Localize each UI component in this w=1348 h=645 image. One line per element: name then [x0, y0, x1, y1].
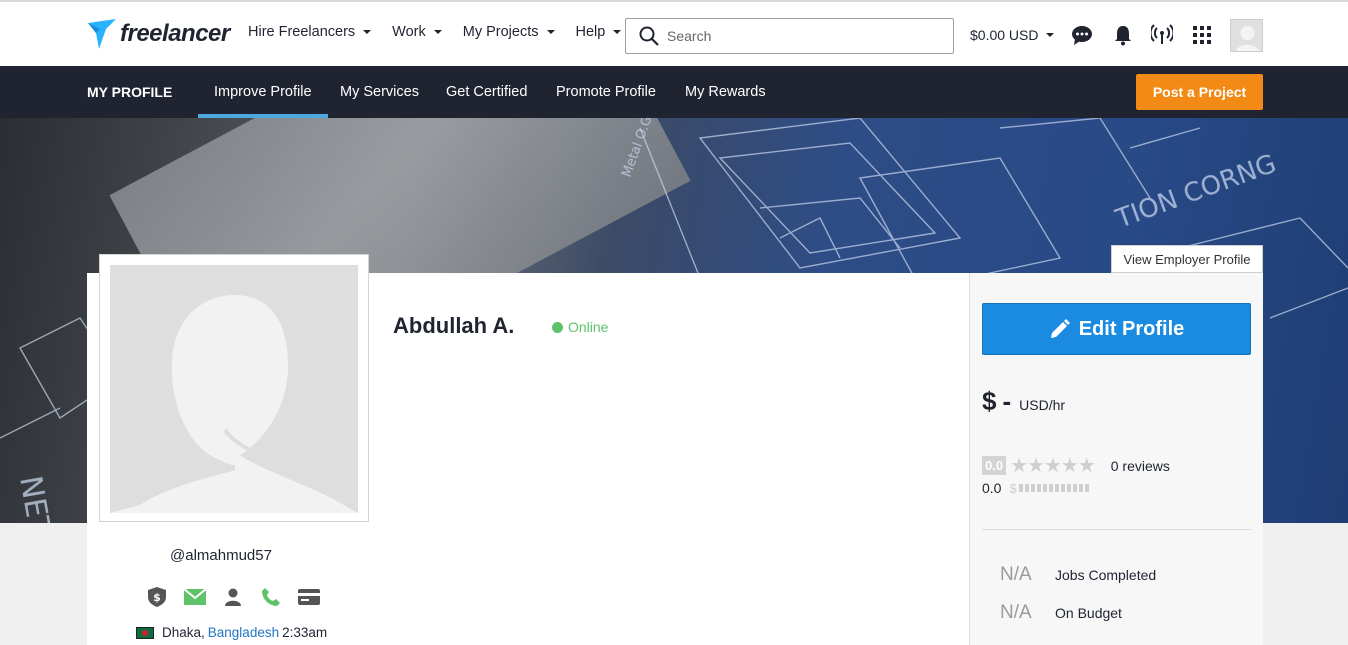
- earnings-score: 0.0 $: [982, 480, 1091, 496]
- menu-label: My Projects: [462, 24, 539, 40]
- apps-grid-icon[interactable]: [1191, 24, 1213, 46]
- messages-icon[interactable]: [1071, 24, 1093, 46]
- blueprint-text: Metal O.G.: [620, 118, 657, 179]
- menu-help[interactable]: Help: [576, 24, 622, 40]
- top-navigation-bar: freelancer Hire Freelancers Work My Proj…: [0, 0, 1348, 66]
- tab-my-rewards[interactable]: My Rewards: [685, 84, 766, 100]
- profile-photo-placeholder: [110, 265, 358, 513]
- menu-hire-freelancers[interactable]: Hire Freelancers: [248, 24, 372, 40]
- rate-currency: $: [982, 386, 997, 416]
- stat-value: N/A: [1000, 602, 1032, 623]
- earnings-value: 0.0: [982, 480, 1002, 496]
- earnings-dollar-icon: $: [1009, 480, 1017, 496]
- reviews-count[interactable]: 0 reviews: [1111, 458, 1170, 474]
- tab-improve-profile[interactable]: Improve Profile: [198, 84, 327, 118]
- online-dot-icon: [552, 321, 563, 333]
- default-avatar-silhouette: [110, 295, 358, 513]
- tab-get-certified[interactable]: Get Certified: [446, 84, 527, 100]
- hourly-rate: $ - USD/hr: [982, 386, 1065, 417]
- broadcast-icon[interactable]: [1151, 24, 1173, 46]
- menu-work[interactable]: Work: [392, 24, 442, 40]
- rating-row: 0.0 ★★★★★ 0 reviews: [982, 453, 1170, 478]
- caret-down-icon: [1046, 33, 1055, 37]
- profile-photo-frame[interactable]: [99, 254, 369, 522]
- caret-down-icon: [433, 30, 442, 34]
- rate-value: -: [1002, 386, 1012, 416]
- stat-on-budget: N/A On Budget: [1000, 602, 1122, 624]
- tab-my-services[interactable]: My Services: [340, 84, 419, 100]
- post-project-button[interactable]: Post a Project: [1136, 74, 1263, 110]
- svg-text:$: $: [153, 591, 161, 604]
- logo-wordmark: freelancer: [120, 20, 230, 47]
- search-box: [625, 18, 954, 54]
- caret-down-icon: [363, 30, 372, 34]
- rating-badge: 0.0: [982, 456, 1007, 475]
- online-status: Online: [552, 319, 608, 335]
- main-menu: Hire Freelancers Work My Projects Help: [248, 24, 642, 40]
- profile-subnav: MY PROFILE Improve Profile My Services G…: [0, 66, 1348, 118]
- tab-promote-profile[interactable]: Promote Profile: [556, 84, 656, 100]
- search-icon: [639, 26, 659, 46]
- phone-verified-icon[interactable]: [260, 586, 282, 608]
- account-balance-dropdown[interactable]: $0.00 USD: [970, 27, 1055, 43]
- menu-label: Help: [575, 24, 606, 40]
- side-divider: [982, 529, 1251, 530]
- stat-label: Jobs Completed: [1055, 567, 1157, 583]
- earnings-bar: [1018, 484, 1091, 492]
- search-input[interactable]: [667, 28, 927, 44]
- edit-profile-button[interactable]: Edit Profile: [982, 303, 1251, 355]
- view-employer-profile-button[interactable]: View Employer Profile: [1111, 245, 1263, 273]
- star-rating-icon: ★★★★★: [1010, 455, 1096, 477]
- verification-icons: $: [146, 586, 336, 608]
- local-time: 2:33am: [282, 625, 328, 640]
- payment-verified-icon[interactable]: $: [146, 586, 168, 608]
- notifications-bell-icon[interactable]: [1112, 24, 1134, 46]
- bangladesh-flag-icon: [136, 626, 154, 639]
- location-country-link[interactable]: Bangladesh: [208, 625, 279, 640]
- menu-label: Hire Freelancers: [248, 24, 356, 40]
- location-line: Dhaka, Bangladesh 2:33am: [136, 625, 327, 640]
- location-city: Dhaka,: [162, 625, 205, 640]
- payment-card-icon[interactable]: [298, 586, 320, 608]
- bird-logo-icon: [88, 19, 116, 49]
- freelancer-logo[interactable]: freelancer: [86, 16, 230, 52]
- blueprint-text: NET: [12, 473, 57, 523]
- blueprint-text: TION CORNG: [1111, 149, 1280, 235]
- edit-profile-label: Edit Profile: [1078, 317, 1185, 340]
- email-verified-icon[interactable]: [184, 586, 206, 608]
- profile-verified-icon[interactable]: [222, 586, 244, 608]
- stat-value: N/A: [1000, 564, 1032, 585]
- rate-unit: USD/hr: [1019, 397, 1066, 413]
- caret-down-icon: [613, 30, 622, 34]
- caret-down-icon: [546, 30, 555, 34]
- stat-label: On Budget: [1055, 605, 1122, 621]
- profile-name: Abdullah A.: [393, 313, 515, 338]
- subnav-title: MY PROFILE: [87, 84, 173, 100]
- stat-jobs-completed: N/A Jobs Completed: [1000, 564, 1156, 586]
- menu-my-projects[interactable]: My Projects: [463, 24, 555, 40]
- profile-username: @almahmud57: [170, 547, 272, 564]
- balance-value: $0.00 USD: [970, 27, 1039, 43]
- menu-label: Work: [392, 24, 426, 40]
- status-label: Online: [568, 319, 609, 335]
- user-avatar[interactable]: [1230, 19, 1263, 52]
- pencil-icon: [1050, 319, 1070, 338]
